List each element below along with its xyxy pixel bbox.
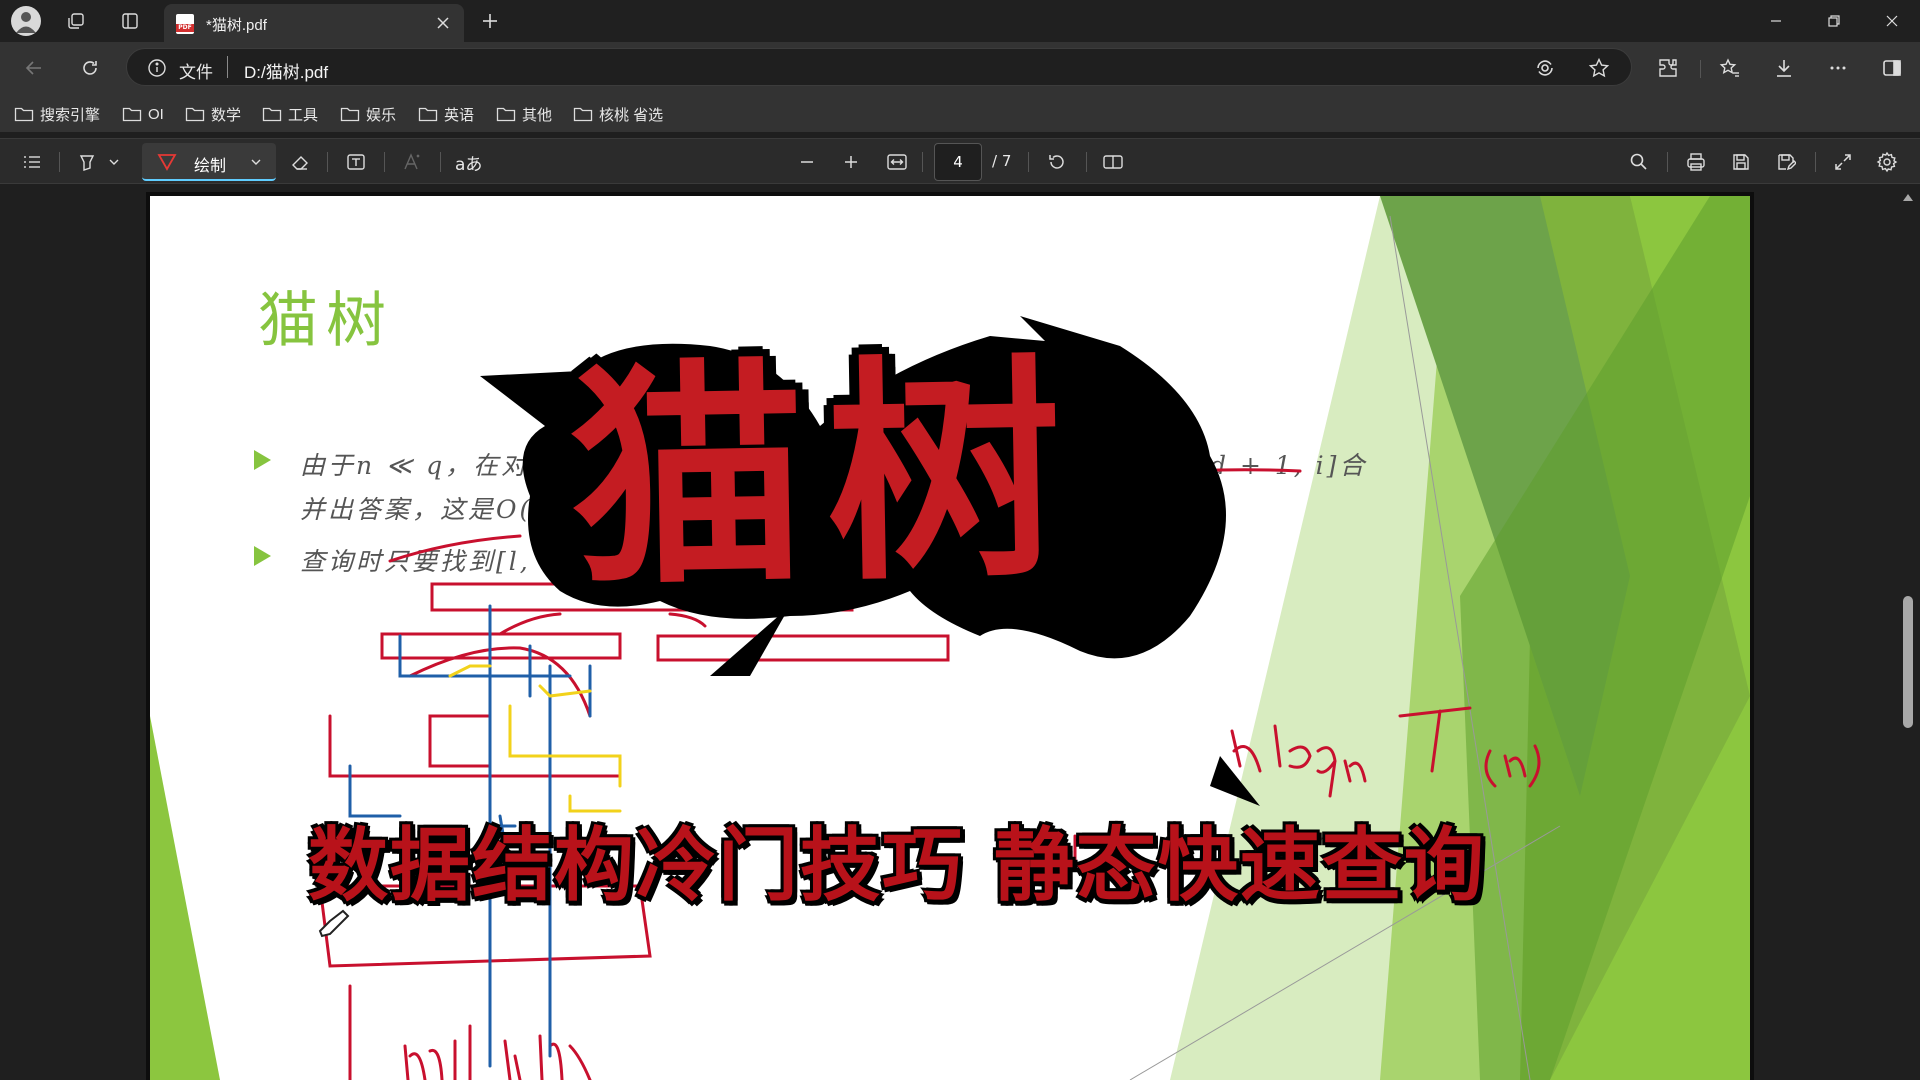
highlight-icon[interactable]: [72, 147, 102, 177]
title-bar: PDF *猫树.pdf: [0, 0, 1920, 42]
bookmark-folder[interactable]: 工具: [262, 102, 318, 126]
folder-icon: [185, 107, 205, 122]
eraser-icon[interactable]: [285, 147, 315, 177]
toolbar-divider: [327, 152, 328, 172]
read-aloud-button[interactable]: aあ: [455, 150, 482, 175]
page-view-icon[interactable]: [1098, 147, 1128, 177]
title-backdrop-shape: [480, 316, 1260, 806]
toolbar-divider: [1028, 152, 1029, 172]
close-tab-icon[interactable]: [430, 10, 456, 36]
zoom-in-icon[interactable]: [836, 147, 866, 177]
bookmark-folder[interactable]: 英语: [418, 102, 474, 126]
fit-width-icon[interactable]: [882, 147, 912, 177]
vertical-tabs-icon[interactable]: [114, 6, 146, 36]
url-scheme-label: 文件: [179, 63, 213, 82]
folder-icon: [340, 107, 360, 122]
add-text-icon[interactable]: [341, 147, 371, 177]
toolbar-divider: [1667, 152, 1668, 172]
downloads-icon[interactable]: [1766, 50, 1802, 86]
bookmark-folder[interactable]: 核桃 省选: [573, 102, 663, 126]
draw-label: 绘制: [194, 158, 227, 175]
folder-icon: [496, 107, 516, 122]
overlay-title: 猫树: [567, 330, 1085, 618]
bookmarks-bar: 搜索引擎 OI 数学 工具 娱乐 英语 其他 核桃 省选: [0, 94, 1920, 132]
bookmark-folder[interactable]: 娱乐: [340, 102, 396, 126]
highlight-dropdown-icon[interactable]: [104, 147, 124, 177]
extensions-icon[interactable]: [1650, 50, 1686, 86]
chevron-down-icon[interactable]: [250, 156, 262, 168]
toolbar-divider: [384, 152, 385, 172]
sidebar-toggle-icon[interactable]: [1874, 50, 1910, 86]
close-window-button[interactable]: [1864, 0, 1920, 42]
workspaces-icon[interactable]: [60, 6, 92, 36]
bookmark-label: 搜索引擎: [40, 106, 101, 124]
overlay-subtitle: 数据结构冷门技巧 静态快速查询: [308, 819, 1486, 912]
bookmark-label: 娱乐: [366, 106, 397, 124]
bookmark-label: OI: [148, 105, 164, 123]
folder-icon: [418, 107, 438, 122]
scroll-thumb[interactable]: [1903, 596, 1913, 728]
toolbar-divider: [1700, 60, 1701, 78]
address-bar[interactable]: 文件 D:/猫树.pdf: [126, 48, 1632, 86]
zoom-out-icon[interactable]: [792, 147, 822, 177]
draw-pen-icon: [157, 154, 177, 171]
bookmark-label: 数学: [211, 106, 242, 124]
toolbar-divider: [1815, 152, 1816, 172]
save-as-icon[interactable]: [1771, 147, 1801, 177]
folder-icon: [14, 107, 34, 122]
info-icon[interactable]: [143, 54, 171, 82]
bookmark-label: 其他: [522, 106, 553, 124]
settings-icon[interactable]: [1872, 147, 1902, 177]
folder-icon: [262, 107, 282, 122]
toolbar-divider: [440, 152, 441, 172]
bookmark-folder[interactable]: 搜索引擎: [14, 102, 100, 126]
refresh-button[interactable]: [72, 50, 108, 86]
search-icon[interactable]: [1624, 147, 1654, 177]
bookmark-folder[interactable]: 其他: [496, 102, 552, 126]
folder-icon: [573, 107, 593, 122]
text-format-icon: [398, 147, 428, 177]
tab-active[interactable]: PDF *猫树.pdf: [164, 4, 464, 42]
bookmark-label: 英语: [444, 106, 475, 124]
bookmark-folder[interactable]: OI: [122, 102, 164, 126]
new-tab-button[interactable]: [474, 6, 506, 36]
url-divider: [227, 56, 228, 78]
profile-avatar[interactable]: [11, 6, 41, 36]
pdf-page[interactable]: 猫树 由于n ≪ q，在对[l, = d + 1, i]合 并出答案，这是O(n…: [150, 196, 1750, 1080]
more-menu-icon[interactable]: [1820, 50, 1856, 86]
rotate-icon[interactable]: [1042, 147, 1072, 177]
toolbar-divider: [1086, 152, 1087, 172]
bookmark-folder[interactable]: 数学: [185, 102, 241, 126]
bookmark-label: 核桃 省选: [599, 106, 664, 124]
back-button[interactable]: [16, 50, 52, 86]
page-number-input[interactable]: 4: [934, 143, 982, 181]
vertical-scrollbar[interactable]: [1896, 186, 1920, 1080]
minimize-button[interactable]: [1748, 0, 1804, 42]
draw-button[interactable]: 绘制: [142, 143, 276, 181]
pdf-file-icon: PDF: [176, 14, 194, 34]
contents-icon[interactable]: [17, 147, 47, 177]
toolbar-divider: [922, 152, 923, 172]
bookmark-label: 工具: [288, 106, 319, 124]
navigation-bar: 文件 D:/猫树.pdf: [0, 42, 1920, 94]
url-text[interactable]: D:/猫树.pdf: [244, 58, 328, 83]
folder-icon: [122, 107, 142, 122]
restore-button[interactable]: [1806, 0, 1862, 42]
pdf-toolbar: 绘制 aあ 4 / 7: [0, 138, 1920, 184]
favorites-icon[interactable]: [1712, 50, 1748, 86]
save-icon[interactable]: [1726, 147, 1756, 177]
page-total: / 7: [992, 152, 1012, 170]
tab-title: *猫树.pdf: [206, 17, 267, 34]
scroll-up-icon[interactable]: [1902, 192, 1914, 202]
favorite-star-icon[interactable]: [1585, 54, 1613, 82]
print-icon[interactable]: [1681, 147, 1711, 177]
fullscreen-icon[interactable]: [1828, 147, 1858, 177]
toolbar-divider: [59, 152, 60, 172]
edge-refresh-icon[interactable]: [1531, 54, 1559, 82]
